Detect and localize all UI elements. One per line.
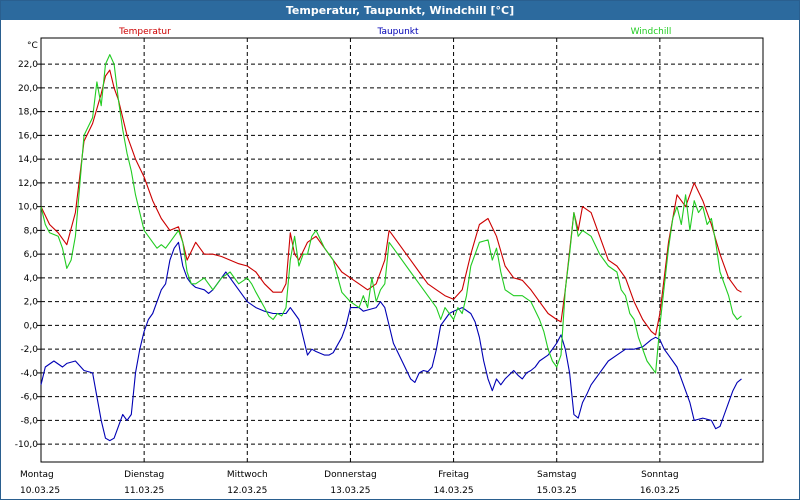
legend-entry-temperatur: Temperatur (118, 27, 171, 37)
y-tick-label: 12,0 (18, 179, 38, 189)
x-tick-day-label: Dienstag (124, 470, 164, 480)
y-tick-label: 14,0 (18, 155, 38, 165)
series-group (40, 54, 742, 442)
x-tick-day-label: Samstag (537, 470, 576, 480)
y-tick-label: -4,0 (20, 369, 38, 379)
x-tick-date-label: 16.03.25 (640, 486, 680, 496)
x-tick-date-label: 14.03.25 (434, 486, 474, 496)
x-tick-date-label: 10.03.25 (20, 486, 60, 496)
plot-area (40, 37, 764, 463)
chart-window: Temperatur, Taupunkt, Windchill [°C] °C … (0, 0, 800, 500)
x-tick-date-label: 11.03.25 (124, 486, 164, 496)
series-line-taupunkt (40, 241, 742, 442)
y-tick-label: 2,0 (24, 298, 39, 308)
x-tick-day-label: Freitag (438, 470, 469, 480)
y-tick-label: 10,0 (18, 203, 38, 213)
y-tick-label: 16,0 (18, 131, 38, 141)
legend-entry-windchill: Windchill (631, 27, 672, 37)
x-tick-day-label: Sonntag (641, 470, 678, 480)
y-tick-label: -10,0 (15, 440, 39, 450)
x-tick-date-label: 13.03.25 (330, 486, 370, 496)
x-tick-date-label: 12.03.25 (227, 486, 267, 496)
axes: °C 22,0 20,0 18,0 16,0 14,0 12,0 10,0 8,0 6,0 4,0… (15, 41, 680, 496)
y-tick-label: 6,0 (24, 250, 39, 260)
x-tick-day-label: Mittwoch (227, 470, 268, 480)
line-chart: °C 22,0 20,0 18,0 16,0 14,0 12,0 10,0 8,0 6,0 4,0… (15, 27, 764, 496)
y-tick-label: 22,0 (18, 60, 38, 70)
y-axis-unit-label: °C (27, 41, 38, 51)
y-tick-label: 8,0 (24, 226, 39, 236)
y-tick-label: -2,0 (20, 345, 38, 355)
legend-entry-taupunkt: Taupunkt (376, 27, 419, 37)
x-tick-day-label: Montag (20, 470, 54, 480)
x-tick-date-label: 15.03.25 (537, 486, 577, 496)
y-tick-label: -8,0 (20, 416, 38, 426)
legend: Temperatur Taupunkt Windchill (118, 27, 671, 37)
series-line-temperatur (40, 69, 742, 336)
grid (41, 38, 763, 462)
x-tick-day-label: Donnerstag (324, 470, 377, 480)
y-tick-label: 20,0 (18, 84, 38, 94)
y-tick-label: 18,0 (18, 108, 38, 118)
y-tick-label: 4,0 (24, 274, 39, 284)
y-tick-label: -6,0 (20, 393, 38, 403)
y-tick-label: 0,0 (24, 321, 39, 331)
